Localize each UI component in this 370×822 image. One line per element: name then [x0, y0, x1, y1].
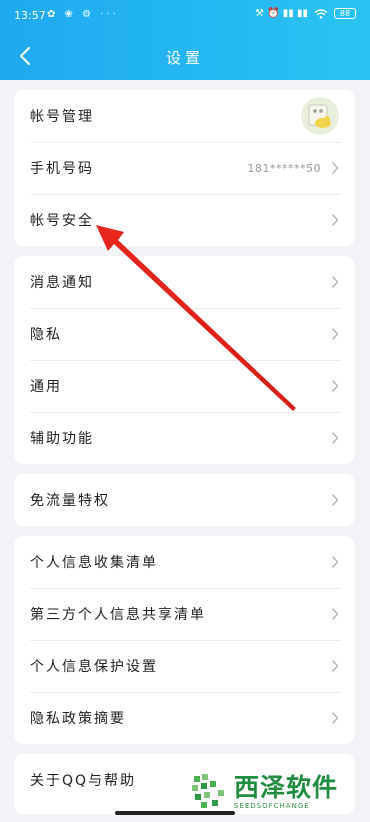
- privacy-row[interactable]: 隐私: [14, 308, 355, 360]
- row-label: 帐号管理: [30, 109, 94, 125]
- row-label: 免流量特权: [30, 493, 110, 509]
- page-title: 设置: [165, 49, 204, 67]
- header-bar: 13:57 ✿ ❀ ⚙ ··· ⚒ ⏰ ▮▮ ▮▮ 88 设置: [0, 0, 370, 80]
- avatar-image: [308, 104, 331, 128]
- chevron-right-icon: [332, 432, 339, 444]
- row-label: 个人信息收集清单: [30, 555, 158, 571]
- watermark-logo: 西泽软件 SEEDSOFCHANGE: [190, 768, 365, 816]
- chevron-right-icon: [332, 556, 339, 568]
- privacy-info-card: 个人信息收集清单 第三方个人信息共享清单 个人信息保护设置 隐私政策摘要: [14, 536, 355, 744]
- account-security-row[interactable]: 帐号安全: [14, 194, 355, 246]
- row-label: 第三方个人信息共享清单: [30, 607, 206, 623]
- general-row[interactable]: 通用: [14, 360, 355, 412]
- chevron-right-icon: [332, 214, 339, 226]
- status-bar: 13:57 ✿ ❀ ⚙ ··· ⚒ ⏰ ▮▮ ▮▮ 88: [0, 0, 370, 32]
- battery-icon: 88: [334, 8, 356, 19]
- info-protection-row[interactable]: 个人信息保护设置: [14, 640, 355, 692]
- third-party-sharing-row[interactable]: 第三方个人信息共享清单: [14, 588, 355, 640]
- notifications-row[interactable]: 消息通知: [14, 256, 355, 308]
- row-label: 通用: [30, 379, 62, 395]
- watermark-subtitle: SEEDSOFCHANGE: [234, 802, 310, 810]
- row-label: 手机号码: [30, 161, 94, 177]
- chevron-right-icon: [332, 380, 339, 392]
- status-time: 13:57: [14, 9, 46, 22]
- watermark-logo-icon: [192, 774, 224, 808]
- row-label: 消息通知: [30, 275, 94, 291]
- account-management-row[interactable]: 帐号管理: [14, 90, 355, 142]
- info-collection-row[interactable]: 个人信息收集清单: [14, 536, 355, 588]
- data-free-row[interactable]: 免流量特权: [14, 474, 355, 526]
- status-right-icons: ⚒ ⏰ ▮▮ ▮▮ 88: [255, 8, 356, 19]
- row-label: 隐私政策摘要: [30, 711, 126, 727]
- chevron-right-icon: [332, 712, 339, 724]
- chevron-right-icon: [332, 660, 339, 672]
- signal-icons: ⚒ ⏰ ▮▮ ▮▮: [255, 8, 308, 19]
- chevron-right-icon: [332, 494, 339, 506]
- chevron-right-icon: [332, 162, 339, 174]
- traffic-card: 免流量特权: [14, 474, 355, 526]
- chevron-right-icon: [332, 328, 339, 340]
- privacy-policy-row[interactable]: 隐私政策摘要: [14, 692, 355, 744]
- row-label: 隐私: [30, 327, 62, 343]
- accessibility-row[interactable]: 辅助功能: [14, 412, 355, 464]
- account-card: 帐号管理 手机号码 181******50 帐号安全: [14, 90, 355, 246]
- chevron-right-icon: [332, 276, 339, 288]
- phone-number-row[interactable]: 手机号码 181******50: [14, 142, 355, 194]
- row-label: 个人信息保护设置: [30, 659, 158, 675]
- avatar: [301, 97, 339, 135]
- row-label: 辅助功能: [30, 431, 94, 447]
- watermark-title: 西泽软件: [234, 773, 339, 802]
- notification-icons: ✿ ❀ ⚙ ···: [47, 9, 119, 20]
- general-card: 消息通知 隐私 通用 辅助功能: [14, 256, 355, 464]
- chevron-right-icon: [332, 608, 339, 620]
- phone-number-value: 181******50: [247, 161, 321, 175]
- row-label: 帐号安全: [30, 213, 94, 229]
- wifi-icon: [314, 8, 328, 19]
